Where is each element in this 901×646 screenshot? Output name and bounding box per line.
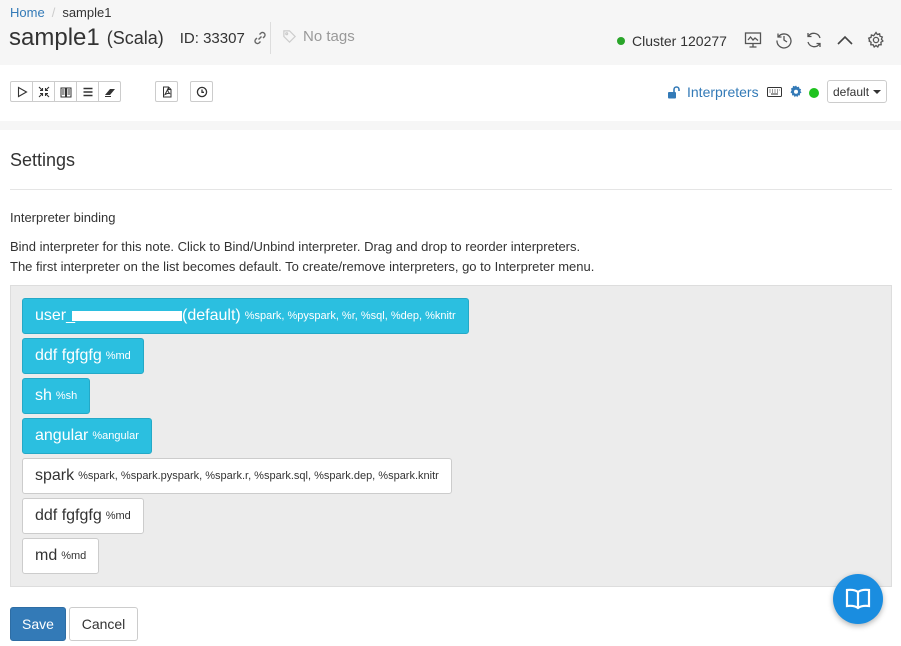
interpreter-item-6[interactable]: ddf fgfgfg %md (22, 498, 144, 534)
interpreter-aliases: %md (105, 510, 131, 522)
cluster-status-dot (617, 37, 625, 45)
cluster-status[interactable]: Cluster 120277 (617, 33, 727, 49)
interpreters-link[interactable]: Interpreters (667, 84, 759, 100)
clear-output-icon (104, 88, 115, 97)
link-icon[interactable] (252, 30, 268, 46)
collapse-all-icon (38, 86, 49, 97)
interpreter-name: user_ (35, 307, 76, 324)
cancel-button[interactable]: Cancel (69, 607, 138, 641)
note-id: ID: 33307 (179, 29, 245, 47)
interpreter-aliases: %md (105, 350, 131, 362)
interpreter-item-4[interactable]: angular %angular (22, 418, 152, 454)
settings-title: Settings (10, 150, 76, 170)
monitor-icon[interactable] (744, 31, 762, 49)
binding-description: Bind interpreter for this note. Click to… (10, 237, 594, 277)
help-button[interactable] (833, 574, 883, 624)
interpreter-name: sh (35, 387, 52, 404)
scheduler-button[interactable] (190, 81, 213, 102)
redacted-block (72, 311, 183, 321)
interpreters-label: Interpreters (687, 84, 759, 100)
pdf-icon (162, 86, 171, 97)
interpreter-item-2[interactable]: ddf fgfgfg %md (22, 338, 144, 374)
binding-description-line-2: The first interpreter on the list become… (10, 259, 595, 274)
interpreter-status-dot (809, 88, 819, 98)
interpreter-aliases: %spark, %pyspark, %r, %sql, %dep, %knitr (244, 310, 456, 322)
refresh-icon[interactable] (805, 31, 823, 49)
interpreter-aliases: %sh (55, 390, 78, 402)
note-toolbar: Interpreters default (0, 65, 901, 121)
caret-down-icon (873, 89, 882, 94)
interpreter-name: spark (35, 467, 75, 484)
run-all-button[interactable] (10, 81, 33, 102)
list-icon (83, 87, 92, 96)
interpreter-binding-label: Interpreter binding (10, 210, 116, 225)
interpreter-binding-list: user_ (default) %spark, %pyspark, %r, %sql… (10, 285, 892, 587)
interpreter-item-3[interactable]: sh %sh (22, 378, 91, 414)
unlock-icon (668, 85, 680, 98)
scheduler-group (190, 81, 213, 102)
breadcrumb-home-link[interactable]: Home (10, 5, 45, 20)
note-title-row: sample1 (Scala) ID: 33307 (9, 24, 268, 52)
interpreter-name: ddf fgfgfg (35, 507, 102, 524)
list-view-button[interactable] (76, 81, 99, 102)
default-interpreter-select[interactable]: default (827, 80, 887, 103)
interpreter-name: ddf fgfgfg (35, 347, 102, 364)
chevron-up-icon[interactable] (836, 31, 854, 49)
tags-placeholder: No tags (303, 28, 355, 45)
interpreter-default-marker: (default) (182, 307, 241, 324)
breadcrumb-separator: / (51, 5, 56, 20)
header-divider (270, 22, 271, 54)
toggle-output-icon (60, 87, 71, 97)
interpreter-item-7[interactable]: md %md (22, 538, 100, 574)
save-button[interactable]: Save (10, 607, 66, 641)
note-name[interactable]: sample1 (9, 24, 100, 52)
tags-field[interactable]: No tags (282, 28, 355, 45)
export-group (155, 81, 178, 102)
interpreter-name: md (35, 547, 58, 564)
interpreter-aliases: %angular (92, 430, 139, 442)
clear-output-button[interactable] (98, 81, 121, 102)
history-icon[interactable] (775, 31, 793, 49)
interpreter-item-1[interactable]: user_ (default) %spark, %pyspark, %r, %sql… (22, 298, 469, 334)
binding-description-line-1: Bind interpreter for this note. Click to… (10, 239, 581, 254)
breadcrumb: Home / sample1 (10, 5, 111, 20)
tag-icon (283, 30, 296, 43)
collapse-all-button[interactable] (32, 81, 55, 102)
paragraph-actions-group (10, 81, 121, 102)
note-header: Home / sample1 sample1 (Scala) ID: 33307 N… (0, 0, 901, 65)
run-all-icon (17, 86, 28, 97)
interpreter-aliases: %spark, %spark.pyspark, %spark.r, %spark… (78, 470, 439, 482)
toggle-output-button[interactable] (54, 81, 77, 102)
settings-divider (10, 189, 892, 190)
cluster-label: Cluster 120277 (632, 33, 727, 49)
clock-icon (196, 86, 207, 97)
keyboard-icon[interactable] (767, 87, 782, 97)
book-icon (845, 588, 871, 610)
note-language: (Scala) (106, 27, 164, 48)
toolbar-shadow-strip (0, 121, 901, 130)
settings-icon[interactable] (867, 31, 885, 49)
export-pdf-button[interactable] (155, 81, 178, 102)
interpreter-aliases: %md (61, 550, 87, 562)
interpreter-item-5[interactable]: spark %spark, %spark.pyspark, %spark.r, %… (22, 458, 452, 494)
interpreter-name: angular (35, 427, 89, 444)
default-select-value: default (833, 84, 870, 99)
breadcrumb-current: sample1 (62, 5, 112, 20)
interpreter-settings-icon[interactable] (789, 85, 803, 99)
